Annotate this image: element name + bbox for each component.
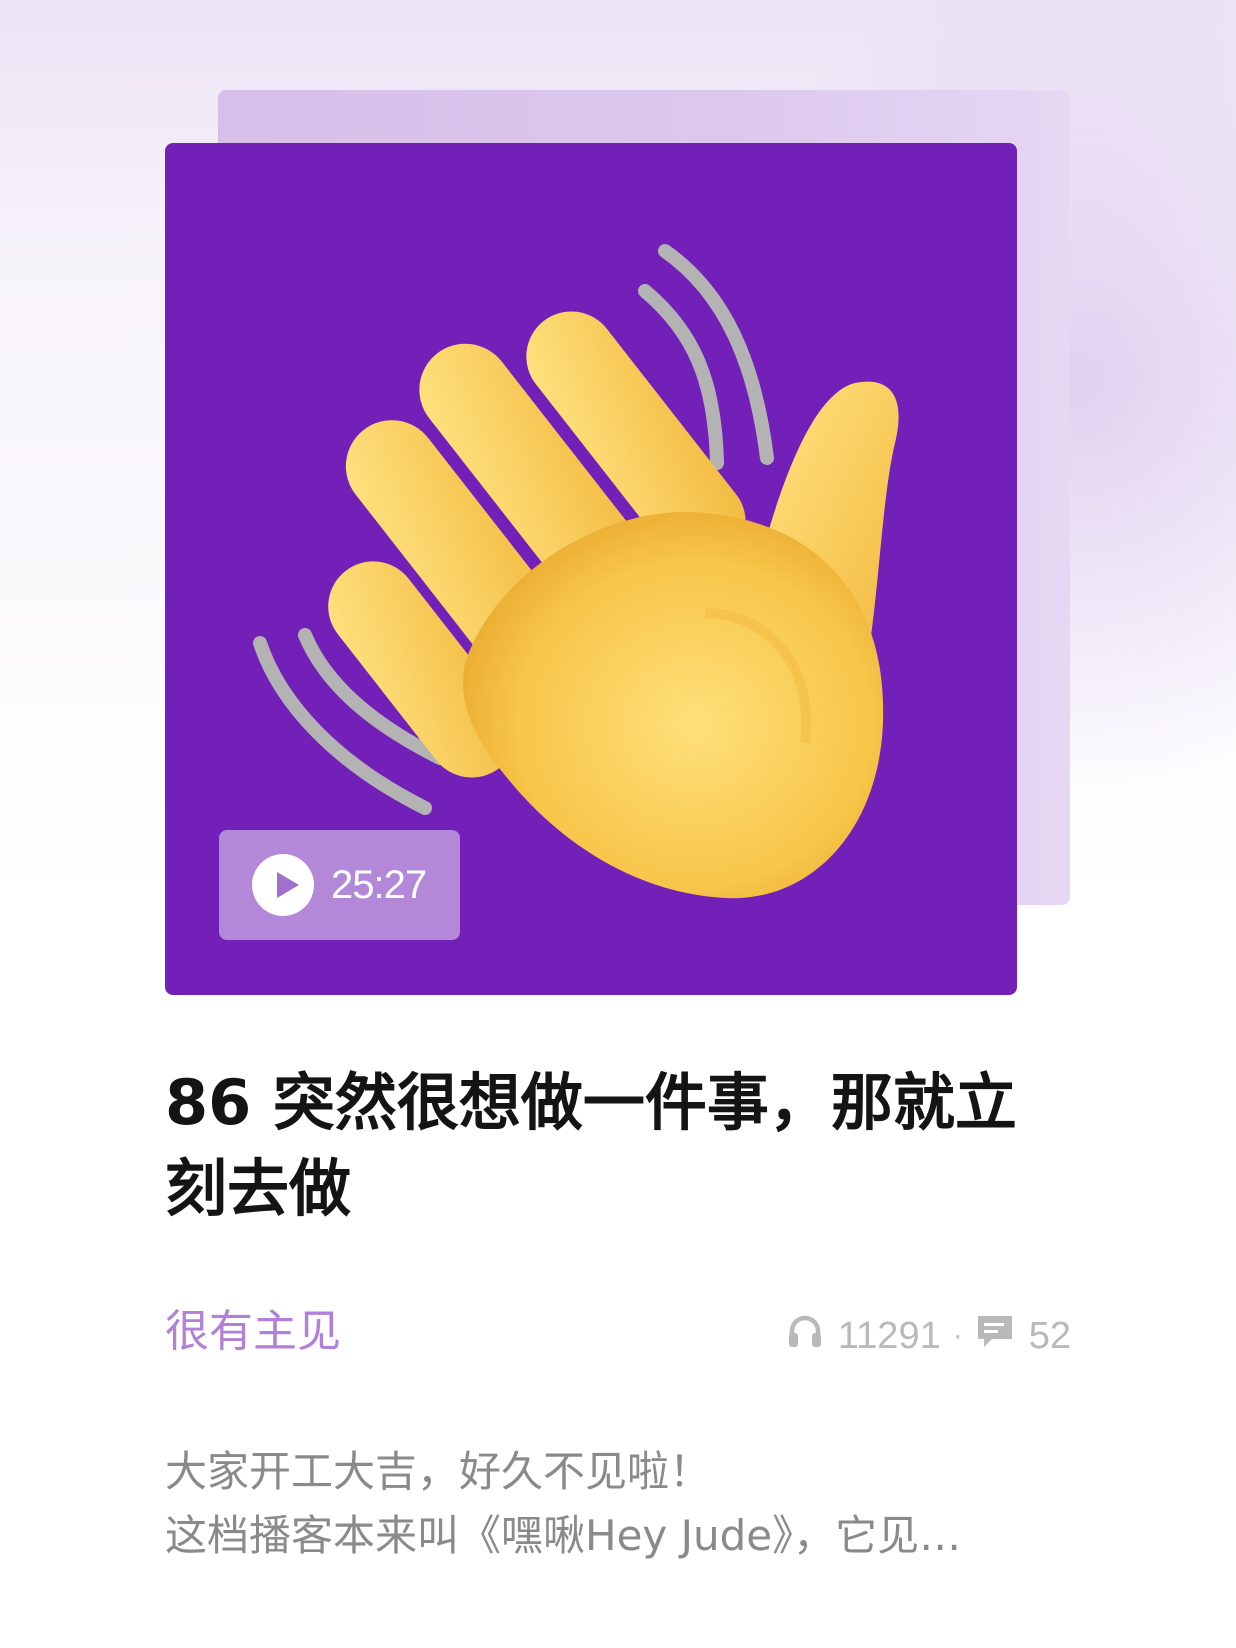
separator-dot: ·	[952, 1319, 963, 1352]
play-duration-button[interactable]: 25:27	[219, 830, 460, 940]
episode-stats: 11291 · 52	[786, 1308, 1071, 1364]
duration-label: 25:27	[331, 862, 427, 907]
episode-title[interactable]: 86 突然很想做一件事，那就立刻去做	[165, 1060, 1045, 1232]
play-icon	[252, 854, 314, 916]
play-count: 11291	[837, 1314, 941, 1357]
description-line: 大家开工大吉，好久不见啦！	[165, 1447, 712, 1496]
comment-count: 52	[1028, 1314, 1071, 1357]
episode-description[interactable]: 大家开工大吉，好久不见啦！ 这档播客本来叫《嘿啾Hey Jude》，它见…	[165, 1440, 1065, 1568]
comment-icon	[975, 1312, 1015, 1360]
channel-name-link[interactable]: 很有主见	[165, 1302, 341, 1362]
description-line: 这档播客本来叫《嘿啾Hey Jude》，它见…	[165, 1511, 962, 1560]
headphones-icon	[786, 1312, 824, 1360]
